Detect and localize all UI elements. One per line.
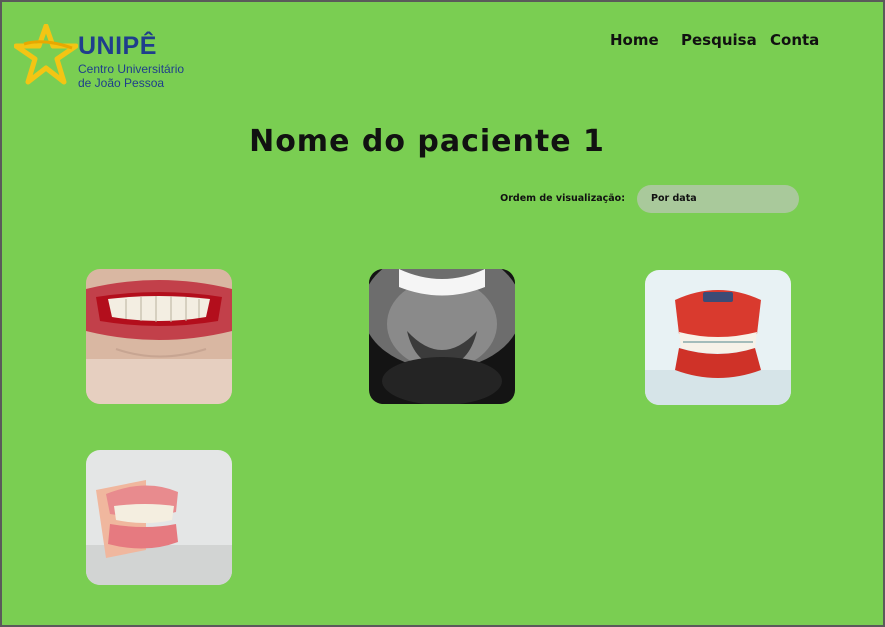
nav-conta-link[interactable]: Conta — [770, 31, 819, 49]
patient-photo-3[interactable] — [645, 270, 791, 405]
unipe-logo[interactable]: UNIPÊ Centro Universitário de João Pesso… — [14, 24, 204, 96]
order-label: Ordem de visualização: — [500, 193, 625, 204]
logo-subtitle-line1: Centro Universitário — [78, 62, 185, 76]
nav-pesquisa-link[interactable]: Pesquisa — [681, 31, 757, 49]
order-select[interactable]: Por data — [637, 185, 799, 213]
denture-model-photo-icon — [86, 450, 232, 585]
star-logo-icon — [14, 24, 78, 85]
smile-red-lips-photo-icon — [86, 269, 232, 404]
logo-subtitle: Centro Universitário de João Pessoa — [78, 62, 184, 90]
logo-subtitle-line2: de João Pessoa — [78, 76, 165, 90]
patient-photo-1[interactable] — [86, 269, 232, 404]
nav-home-link[interactable]: Home — [610, 31, 659, 49]
patient-photo-2[interactable] — [369, 269, 515, 404]
smile-bw-photo-icon — [369, 269, 515, 404]
page-title: Nome do paciente 1 — [249, 124, 605, 159]
patient-photo-4[interactable] — [86, 450, 232, 585]
logo-title: UNIPÊ — [78, 32, 157, 60]
dental-braces-model-photo-icon — [645, 270, 791, 405]
